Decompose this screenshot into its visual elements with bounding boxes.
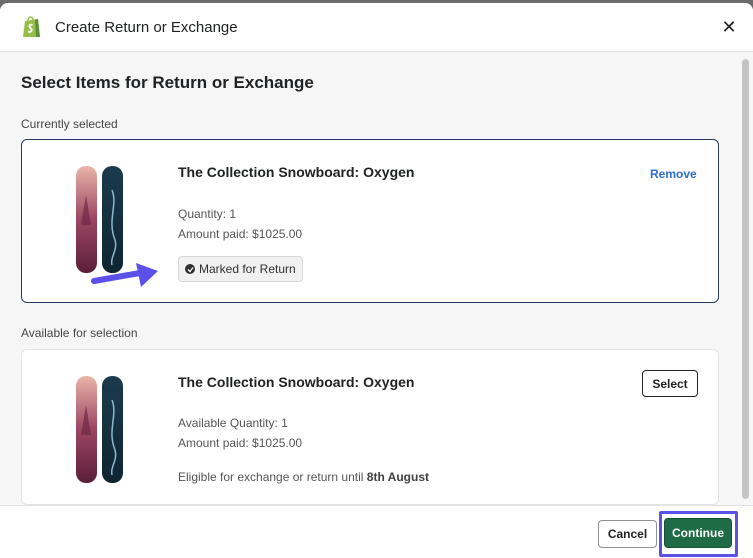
snowboard-image <box>76 376 123 483</box>
continue-button[interactable]: Continue <box>664 518 732 548</box>
scrollbar[interactable] <box>742 59 749 499</box>
eligibility-prefix: Eligible for exchange or return until <box>178 470 367 484</box>
amount-paid-text: Amount paid: $1025.00 <box>178 436 303 450</box>
modal-footer: Cancel Continue <box>0 505 753 558</box>
product-title: The Collection Snowboard: Oxygen <box>178 164 415 180</box>
cancel-button[interactable]: Cancel <box>598 520 657 548</box>
close-icon[interactable]: ✕ <box>718 16 740 38</box>
available-item-card: The Collection Snowboard: Oxygen Availab… <box>21 349 719 505</box>
eligibility-text: Eligible for exchange or return until 8t… <box>178 470 429 484</box>
modal-title: Create Return or Exchange <box>55 19 238 36</box>
badge-label: Marked for Return <box>199 262 296 276</box>
currently-selected-label: Currently selected <box>21 117 118 131</box>
page-title: Select Items for Return or Exchange <box>21 73 314 92</box>
create-return-modal: Create Return or Exchange ✕ Select Items… <box>0 3 753 558</box>
available-quantity-text: Available Quantity: 1 <box>178 416 288 430</box>
remove-button[interactable]: Remove <box>650 167 697 181</box>
quantity-text: Quantity: 1 <box>178 207 237 221</box>
modal-header: Create Return or Exchange ✕ <box>0 3 753 52</box>
check-circle-icon <box>185 264 195 274</box>
marked-for-return-badge: Marked for Return <box>178 256 303 282</box>
amount-paid-text: Amount paid: $1025.00 <box>178 227 303 241</box>
eligibility-date: 8th August <box>366 470 429 484</box>
shopify-bag-icon <box>23 16 40 37</box>
arrow-annotation <box>91 263 158 287</box>
available-label: Available for selection <box>21 326 138 340</box>
product-title: The Collection Snowboard: Oxygen <box>178 374 415 390</box>
select-button[interactable]: Select <box>642 370 698 397</box>
